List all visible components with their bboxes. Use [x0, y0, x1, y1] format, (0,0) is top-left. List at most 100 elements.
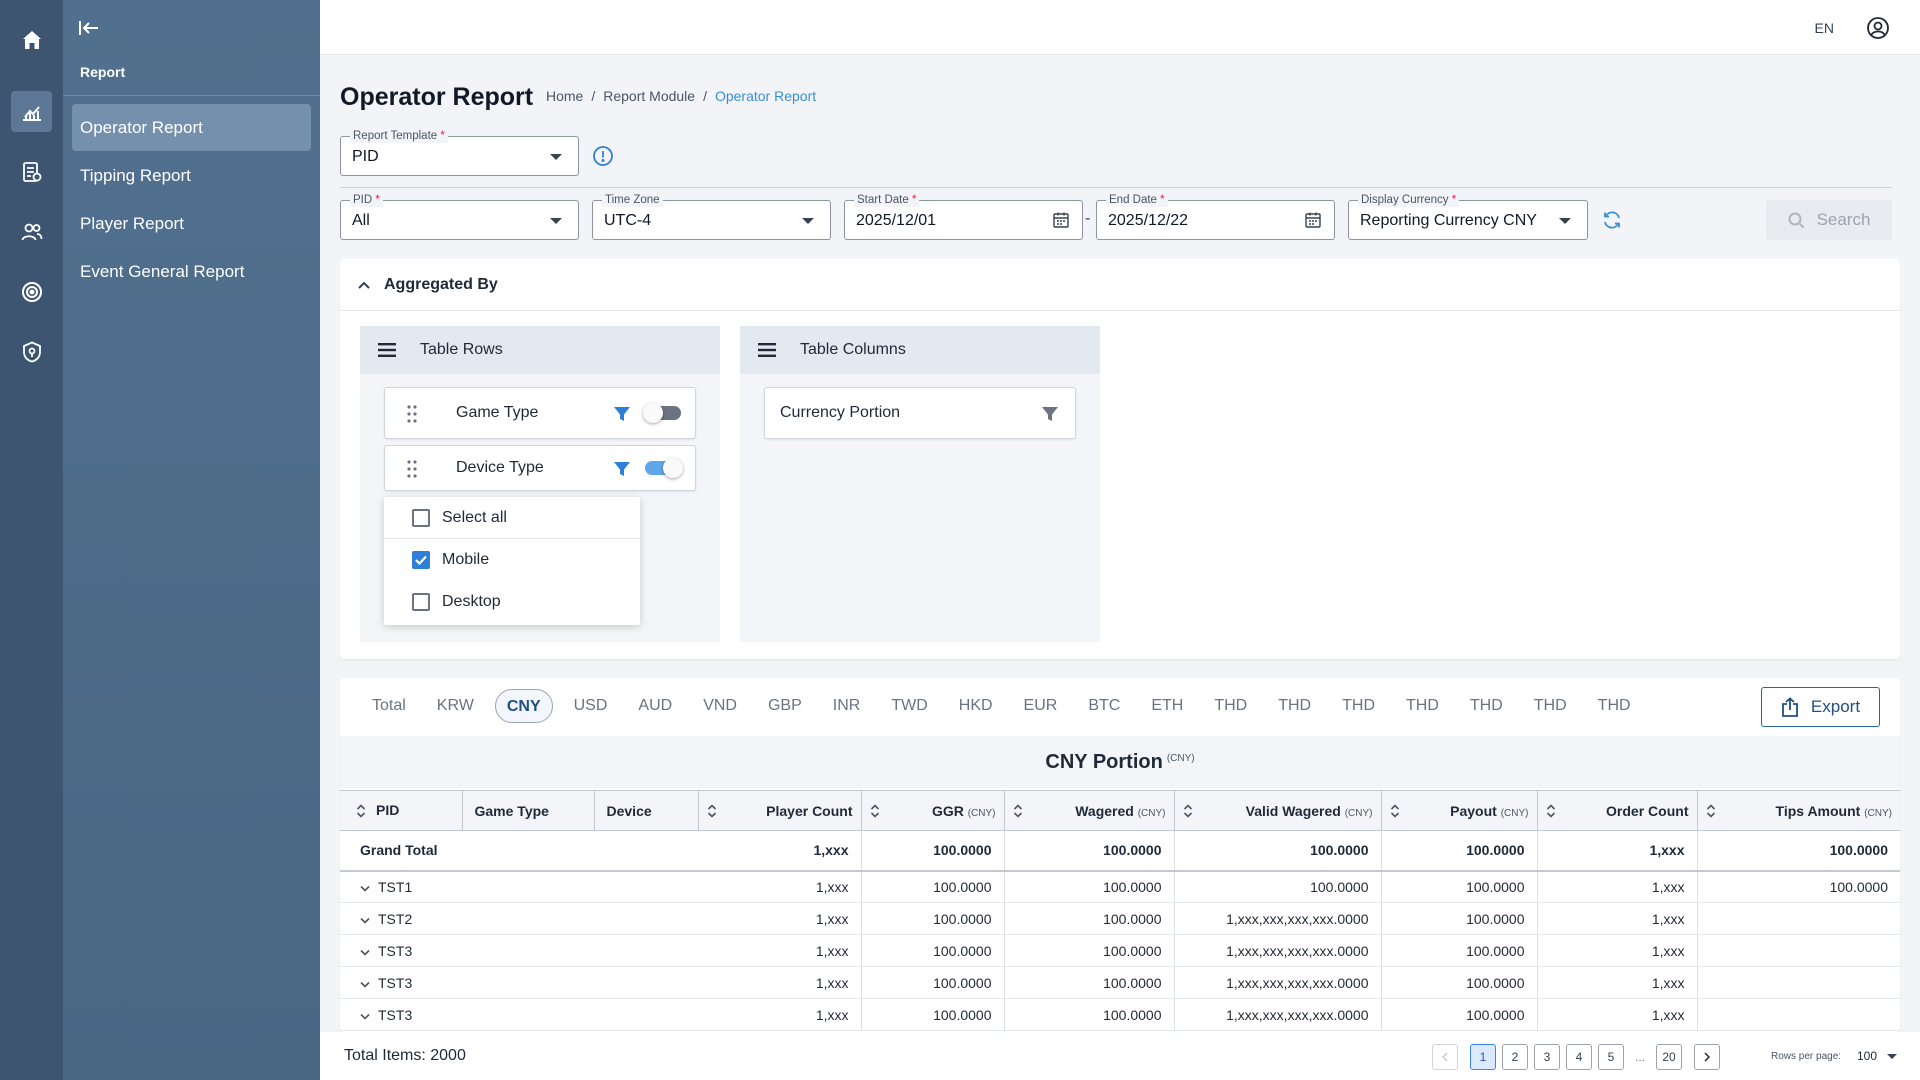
tab-aud[interactable]: AUD [628, 689, 682, 723]
tab-thd[interactable]: THD [1524, 689, 1577, 723]
calendar-icon[interactable] [1052, 211, 1070, 229]
checkbox[interactable] [412, 593, 430, 611]
sort-icon[interactable] [707, 803, 717, 819]
expand-chevron-icon[interactable] [360, 911, 370, 927]
column-header-device[interactable]: Device [594, 790, 699, 831]
shield-icon[interactable] [11, 331, 52, 372]
rows-per-page-select[interactable]: 100 [1857, 1049, 1898, 1063]
column-header-wagered[interactable]: Wagered (CNY) [1004, 790, 1175, 831]
info-icon[interactable] [592, 145, 614, 167]
table-cell [1697, 966, 1900, 999]
end-date-field[interactable]: End Date * 2025/12/22 [1096, 193, 1335, 240]
rows-per-page-label: Rows per page: [1771, 1051, 1842, 1062]
tab-thd[interactable]: THD [1204, 689, 1257, 723]
tab-total[interactable]: Total [362, 689, 416, 723]
start-date-field[interactable]: Start Date * 2025/12/01 [844, 193, 1083, 240]
page-button[interactable]: 5 [1598, 1044, 1624, 1070]
option-select-all[interactable]: Select all [384, 497, 640, 539]
column-header-pid[interactable]: PID [340, 790, 463, 831]
checkbox[interactable] [412, 551, 430, 569]
breadcrumb-home[interactable]: Home [546, 88, 583, 104]
sort-icon[interactable] [1013, 803, 1023, 819]
tab-usd[interactable]: USD [564, 689, 618, 723]
tab-eth[interactable]: ETH [1141, 689, 1193, 723]
checkbox[interactable] [412, 508, 430, 527]
row-chip-device-type[interactable]: Device Type [384, 445, 696, 491]
sort-icon[interactable] [1546, 803, 1556, 819]
refresh-icon[interactable] [1601, 209, 1623, 231]
tab-eur[interactable]: EUR [1014, 689, 1068, 723]
column-header-tips-amount[interactable]: Tips Amount (CNY) [1697, 790, 1900, 831]
sidebar-item-tipping-report[interactable]: Tipping Report [72, 152, 311, 199]
language-switcher[interactable]: EN [1815, 20, 1834, 36]
display-currency-select[interactable]: Display Currency * Reporting Currency CN… [1348, 193, 1588, 240]
collapse-sidebar-icon[interactable] [78, 16, 104, 40]
home-icon[interactable] [11, 19, 52, 60]
page-button[interactable]: 20 [1656, 1044, 1682, 1070]
sort-icon[interactable] [870, 803, 880, 819]
pid-label: TST1 [378, 878, 413, 895]
sort-icon[interactable] [356, 803, 366, 819]
column-header-ggr[interactable]: GGR (CNY) [861, 790, 1005, 831]
next-page-button[interactable] [1694, 1044, 1720, 1070]
search-button[interactable]: Search [1766, 200, 1892, 240]
game-type-toggle[interactable] [643, 403, 681, 423]
page-button[interactable]: 2 [1502, 1044, 1528, 1070]
column-chip-currency-portion[interactable]: Currency Portion [764, 387, 1076, 439]
tab-thd[interactable]: THD [1396, 689, 1449, 723]
option-mobile[interactable]: Mobile [384, 539, 640, 581]
column-header-player-count[interactable]: Player Count [698, 790, 862, 831]
device-type-toggle[interactable] [645, 458, 683, 478]
filter-icon[interactable] [1041, 405, 1059, 423]
sort-icon[interactable] [1706, 803, 1716, 819]
tab-thd[interactable]: THD [1268, 689, 1321, 723]
sort-icon[interactable] [1183, 803, 1193, 819]
expand-chevron-icon[interactable] [360, 943, 370, 959]
filter-icon[interactable] [613, 460, 631, 478]
sort-icon[interactable] [1390, 803, 1400, 819]
column-header-game-type[interactable]: Game Type [462, 790, 595, 831]
sidebar-item-event-general-report[interactable]: Event General Report [72, 248, 311, 295]
tab-btc[interactable]: BTC [1078, 689, 1130, 723]
tab-krw[interactable]: KRW [427, 689, 484, 723]
column-header-payout[interactable]: Payout (CNY) [1381, 790, 1538, 831]
sidebar-item-player-report[interactable]: Player Report [72, 200, 311, 247]
tab-thd[interactable]: THD [1588, 689, 1641, 723]
tab-twd[interactable]: TWD [881, 689, 937, 723]
breadcrumb-report-module[interactable]: Report Module [603, 88, 695, 104]
calendar-icon[interactable] [1304, 211, 1322, 229]
expand-chevron-icon[interactable] [360, 1007, 370, 1023]
report-template-select[interactable]: Report Template * PID [340, 129, 579, 176]
tab-thd[interactable]: THD [1332, 689, 1385, 723]
target-icon[interactable] [11, 271, 52, 312]
users-icon[interactable] [11, 211, 52, 252]
page-button[interactable]: 4 [1566, 1044, 1592, 1070]
report-doc-icon[interactable] [11, 151, 52, 192]
export-button[interactable]: Export [1761, 687, 1880, 727]
column-header-order-count[interactable]: Order Count [1537, 790, 1698, 831]
expand-chevron-icon[interactable] [360, 879, 370, 895]
page-button[interactable]: 1 [1470, 1044, 1496, 1070]
tab-hkd[interactable]: HKD [949, 689, 1003, 723]
drag-handle-icon[interactable] [407, 405, 417, 423]
tab-inr[interactable]: INR [823, 689, 871, 723]
user-account-icon[interactable] [1866, 16, 1890, 40]
sidebar-item-operator-report[interactable]: Operator Report [72, 104, 311, 151]
expand-chevron-icon[interactable] [360, 975, 370, 991]
pid-select[interactable]: PID * All [340, 193, 579, 240]
option-desktop[interactable]: Desktop [384, 581, 640, 623]
page-button[interactable]: 3 [1534, 1044, 1560, 1070]
filter-icon[interactable] [613, 405, 631, 423]
aggregated-by-header[interactable]: Aggregated By [340, 259, 1900, 311]
tab-gbp[interactable]: GBP [758, 689, 812, 723]
prev-page-button[interactable] [1432, 1044, 1458, 1070]
drag-handle-icon[interactable] [407, 460, 417, 478]
time-zone-select[interactable]: Time Zone UTC-4 [592, 193, 831, 240]
column-label: Payout [1450, 802, 1497, 819]
chart-icon[interactable] [11, 91, 52, 132]
column-header-valid-wagered[interactable]: Valid Wagered (CNY) [1174, 790, 1382, 831]
tab-thd[interactable]: THD [1460, 689, 1513, 723]
row-chip-game-type[interactable]: Game Type [384, 387, 696, 439]
tab-cny[interactable]: CNY [494, 689, 553, 723]
tab-vnd[interactable]: VND [693, 689, 747, 723]
